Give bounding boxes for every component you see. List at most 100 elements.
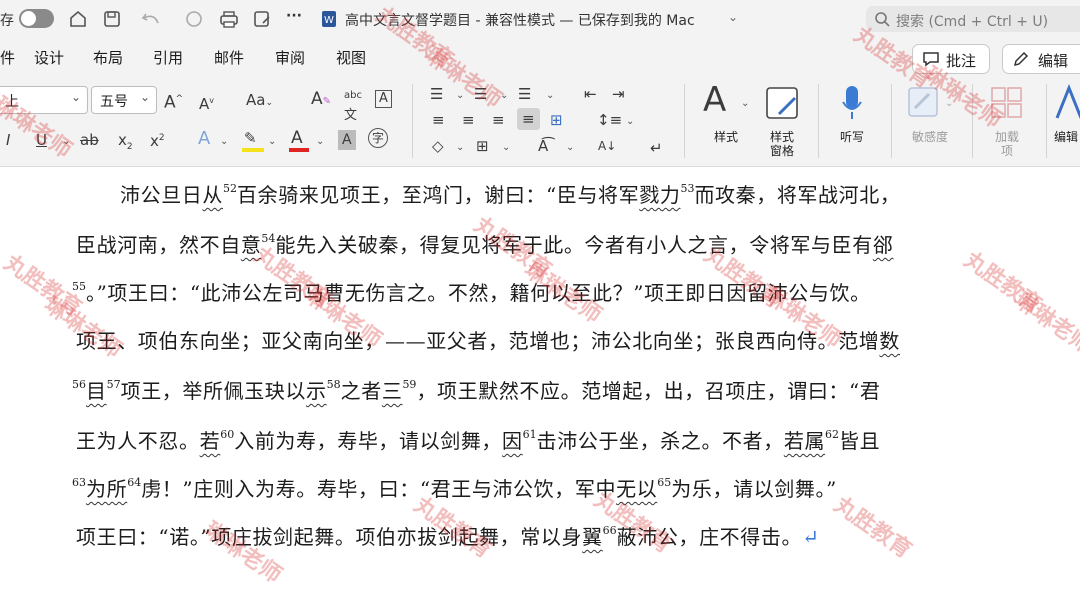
editor-label: 编辑	[1054, 130, 1079, 144]
editor-icon[interactable]	[1055, 84, 1080, 122]
tab-file[interactable]: 件	[0, 47, 15, 68]
numbering-icon[interactable]: ☰	[474, 84, 487, 104]
text-direction-icon[interactable]: A͡	[538, 136, 548, 156]
text-run: 入前为寿，寿毕，请以剑舞，	[234, 429, 503, 453]
annotated-word: 翼	[582, 525, 603, 549]
autosave-label: 存	[0, 13, 14, 29]
styles-pane-icon[interactable]	[765, 86, 801, 122]
annotated-word: 示	[306, 379, 327, 403]
chevron-down-icon[interactable]: ⌄	[741, 98, 749, 109]
font-size-select[interactable]: 五号 ⌄	[91, 86, 157, 114]
chevron-down-icon[interactable]: ⌄	[316, 136, 324, 147]
chevron-down-icon[interactable]: ⌄	[500, 90, 508, 101]
superscript-icon[interactable]: x2	[150, 128, 165, 151]
styles-icon[interactable]: A	[703, 82, 726, 118]
chevron-down-icon[interactable]: ⌄	[626, 116, 634, 127]
enclose-characters-icon[interactable]: 字	[368, 128, 388, 148]
sensitivity-label: 敏感度	[911, 130, 948, 144]
chevron-down-icon[interactable]: ⌄	[945, 98, 953, 109]
increase-indent-icon[interactable]: ⇥	[612, 84, 625, 104]
save-icon[interactable]	[102, 9, 122, 29]
annotated-word: 数	[879, 329, 901, 353]
save-as-icon[interactable]	[252, 9, 272, 29]
chevron-down-icon[interactable]: ⌄	[502, 142, 510, 153]
text-effects-icon[interactable]: A	[198, 129, 210, 149]
chevron-down-icon[interactable]: ⌄	[456, 142, 464, 153]
tab-review[interactable]: 审阅	[275, 47, 305, 68]
text-run: 皆且	[839, 429, 881, 453]
paragraph-line: 项王曰：“诺。”项庄拔剑起舞。项伯亦拔剑起舞，常以身翼66蔽沛公，庄不得击。↵	[76, 521, 819, 550]
multilevel-list-icon[interactable]: ☰	[518, 84, 531, 104]
chevron-down-icon: ⌄	[70, 90, 81, 104]
footnote-ref: 52	[223, 182, 238, 195]
footnote-ref: 62	[825, 428, 840, 441]
chevron-down-icon[interactable]: ⌄	[566, 142, 574, 153]
strikethrough-icon[interactable]: ab	[80, 130, 99, 150]
text-run: 之者	[340, 379, 382, 403]
phonetic-guide-icon[interactable]: abc 文	[344, 86, 362, 127]
dictate-label: 听写	[839, 130, 864, 144]
redo-icon[interactable]	[184, 9, 204, 29]
font-color-icon[interactable]: A	[291, 128, 303, 148]
comment-icon	[923, 52, 939, 67]
annotated-word: 若属	[783, 429, 826, 453]
annotated-word: 若	[199, 429, 221, 453]
grow-font-icon[interactable]: A^	[164, 89, 183, 113]
sensitivity-icon[interactable]	[907, 86, 941, 120]
tab-design[interactable]: 设计	[34, 47, 64, 68]
text-run: 。”项王曰：“此沛公左司马曹无伤言之。不然，籍何以至此？”项王即日因留沛公与饮。	[86, 281, 871, 305]
editing-label: 编辑	[1038, 52, 1069, 70]
title-bar: 存 ··· W 高中文言文督学题目 - 兼容性模式 — 已保存到我的 Mac ⌄…	[0, 0, 1080, 39]
footnote-ref: 59	[402, 378, 417, 391]
align-center-icon[interactable]: ≡	[462, 110, 475, 130]
chevron-down-icon[interactable]: ⌄	[456, 90, 464, 101]
tab-view[interactable]: 视图	[336, 47, 366, 68]
tab-mailings[interactable]: 邮件	[214, 47, 244, 68]
chevron-down-icon[interactable]: ⌄	[546, 90, 554, 101]
decrease-indent-icon[interactable]: ⇤	[584, 84, 597, 104]
character-shading-icon[interactable]: A	[338, 130, 356, 150]
justify-icon[interactable]: ≡	[517, 108, 540, 130]
chevron-down-icon[interactable]: ⌄	[220, 136, 228, 147]
search-box[interactable]: 搜索 (Cmd + Ctrl + U)	[866, 6, 1080, 32]
align-right-icon[interactable]: ≡	[492, 110, 505, 130]
align-left-icon[interactable]: ≡	[432, 110, 445, 130]
sort-icon[interactable]: A↓	[598, 136, 616, 156]
italic-icon[interactable]: I	[6, 130, 10, 150]
shrink-font-icon[interactable]: Av	[199, 91, 214, 114]
change-case-icon[interactable]: Aa⌄	[246, 90, 273, 113]
text-run: 而攻秦，将军战河北，	[694, 183, 901, 207]
add-ins-icon[interactable]	[990, 86, 1024, 120]
home-icon[interactable]	[68, 9, 88, 29]
title-chevron-icon[interactable]: ⌄	[728, 10, 738, 24]
paragraph-line: 63为所64虏！”庄则入为寿。寿毕，曰：“君王与沛公饮，军中无以65为乐，请以剑…	[72, 473, 837, 502]
highlighter-icon[interactable]: ✎	[244, 128, 257, 148]
footnote-ref: 65	[657, 476, 672, 489]
print-icon[interactable]	[218, 9, 240, 29]
borders-icon[interactable]: ⊞	[476, 136, 489, 156]
shading-icon[interactable]: ◇	[432, 136, 444, 156]
autosave-toggle[interactable]	[19, 9, 54, 28]
clear-formatting-icon[interactable]: A✎	[311, 89, 331, 112]
comments-label: 批注	[946, 52, 977, 70]
chevron-down-icon[interactable]: ⌄	[268, 136, 276, 147]
font-name-select[interactable]: 上 ⌄	[0, 86, 88, 114]
tab-layout[interactable]: 布局	[93, 47, 123, 68]
bullets-icon[interactable]: ☰	[430, 84, 443, 104]
more-icon[interactable]: ···	[286, 8, 302, 24]
chevron-down-icon[interactable]: ⌄	[62, 136, 70, 147]
line-spacing-icon[interactable]: ↕≡	[597, 110, 622, 130]
distributed-icon[interactable]: ⊞	[550, 110, 563, 130]
footnote-ref: 63	[72, 476, 86, 489]
tab-references[interactable]: 引用	[153, 47, 183, 68]
underline-icon[interactable]: U	[36, 130, 47, 150]
document-page[interactable]: 沛公旦日从52百余骑来见项王，至鸿门，谢曰：“臣与将军戮力53而攻秦，将军战河北…	[0, 167, 1080, 563]
editing-button[interactable]: 编辑	[1002, 44, 1080, 74]
subscript-icon[interactable]: x2	[118, 130, 133, 157]
annotated-word: 目	[86, 379, 107, 403]
undo-icon[interactable]	[140, 9, 162, 29]
comments-button[interactable]: 批注	[912, 44, 990, 74]
show-formatting-icon[interactable]: ↵	[650, 138, 663, 158]
microphone-icon[interactable]	[840, 84, 864, 122]
character-border-icon[interactable]: A	[375, 90, 392, 108]
